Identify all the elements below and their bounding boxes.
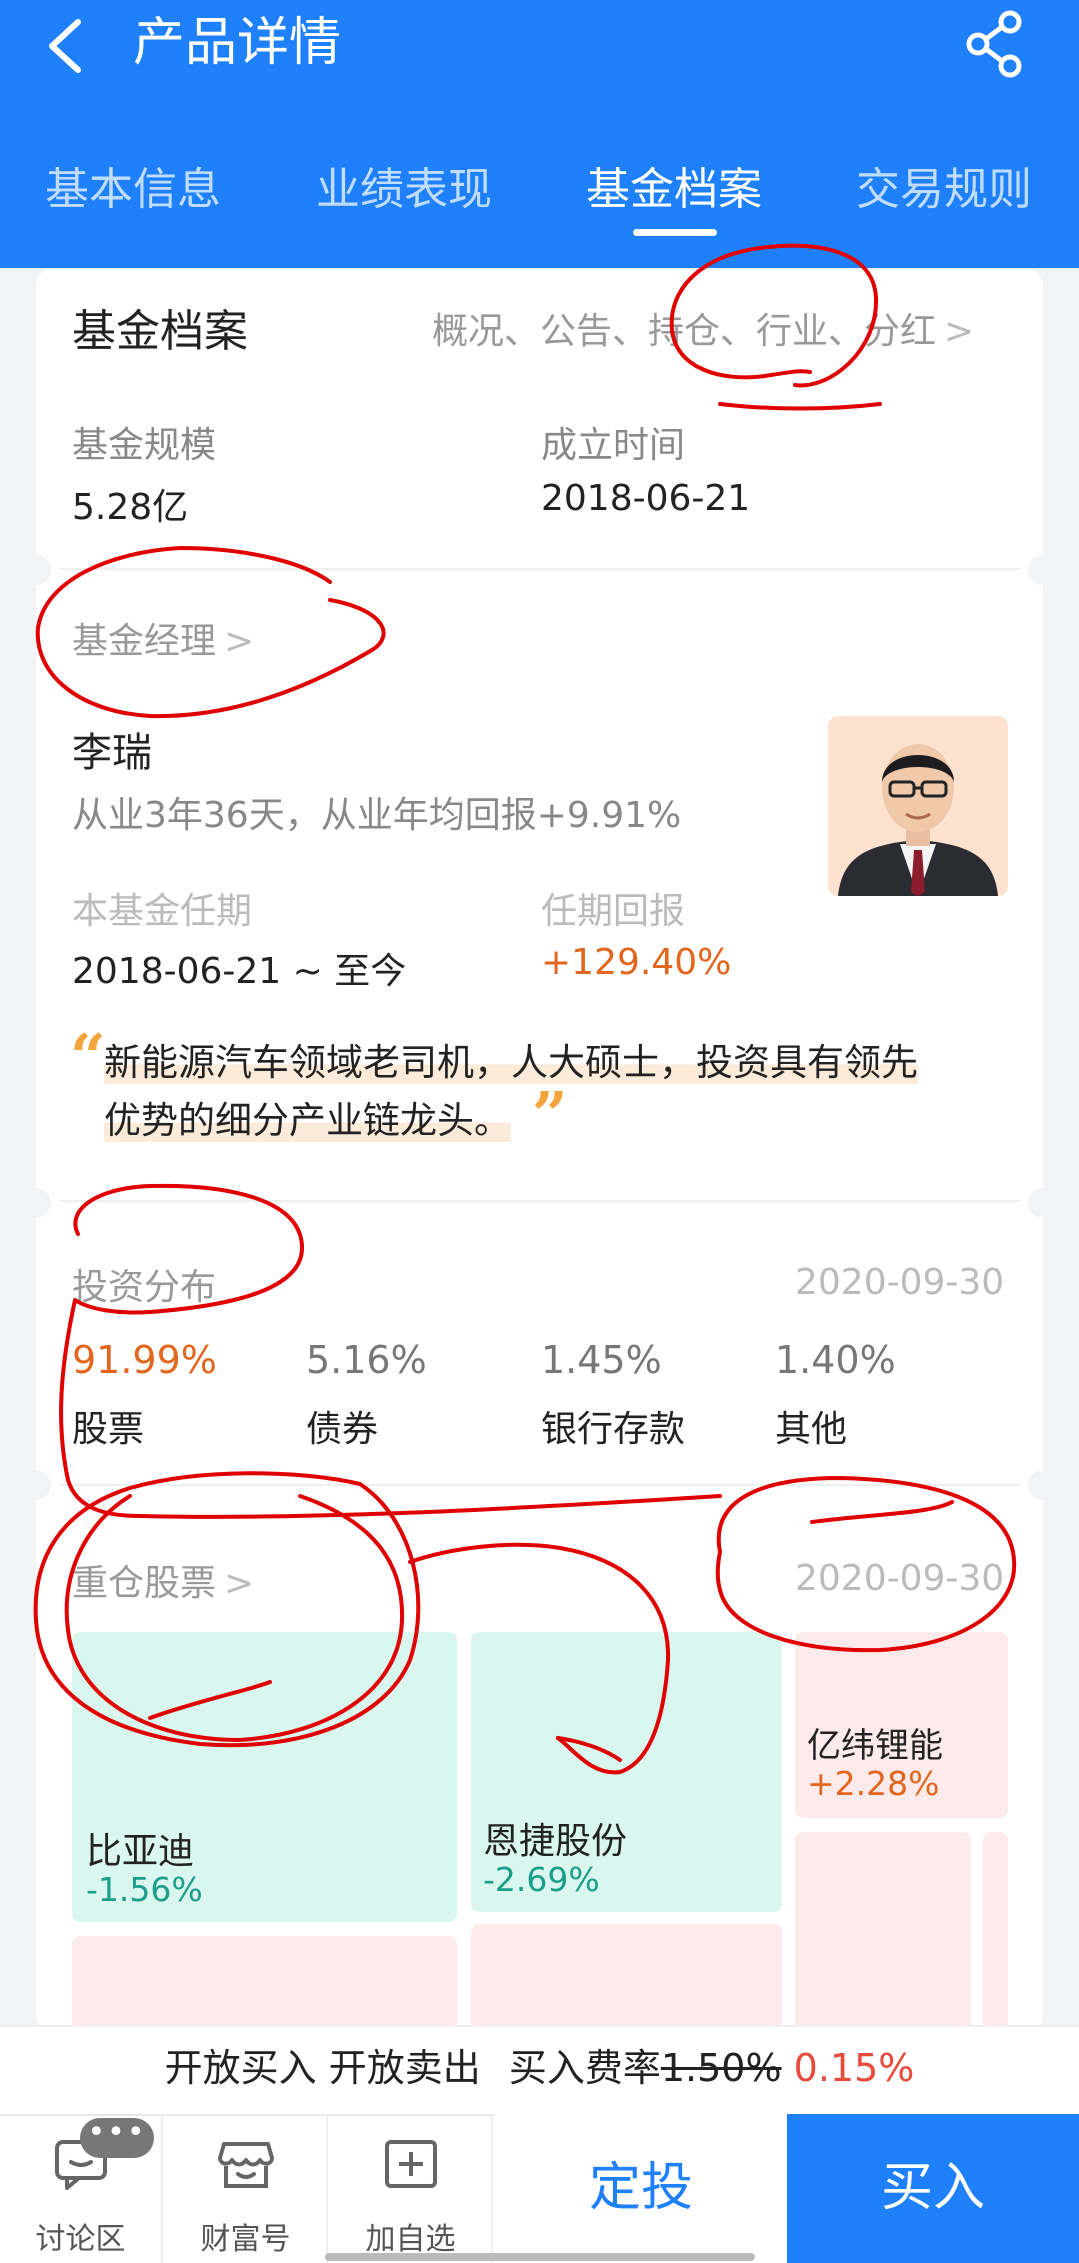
original-fee-rate: 1.50% [660,2046,782,2090]
tenure-label: 本基金任期 [72,891,253,932]
back-button[interactable] [40,14,96,78]
holding-tile[interactable] [72,1936,457,2036]
founded-label: 成立时间 [541,425,686,466]
share-button[interactable] [962,8,1032,78]
holding-tile[interactable] [795,1832,971,2032]
archive-title: 基金档案 [72,306,248,357]
fund-manager-title: 基金经理 [72,621,217,662]
holding-tile-byd[interactable]: 比亚迪 -1.56% [72,1632,457,1922]
tab-performance[interactable]: 业绩表现 [316,158,492,222]
buy-button[interactable]: 买入 [787,2114,1079,2263]
card-notch [21,1470,51,1500]
fee-info: 开放买入 开放卖出 买入费率1.50% 0.15% [0,2038,1079,2098]
fund-scale-value: 5.28亿 [72,487,189,528]
quote-close-icon: ” [532,1078,568,1151]
allocation-value-stock: 91.99% [72,1338,217,1382]
archive-links[interactable]: 概况、公告、持仓、行业、分红 > [432,306,974,358]
holdings-link[interactable]: 重仓股票 > [72,1554,254,1606]
fee-rate-label: 买入费率 [508,2046,661,2090]
discount-fee-rate: 0.15% [793,2046,915,2090]
allocation-label-other: 其他 [775,1409,848,1450]
allocation-label-stock: 股票 [72,1409,145,1450]
section-divider [60,568,1020,570]
quote-open-icon: “ [70,1020,106,1093]
founded-value: 2018-06-21 [541,478,751,519]
nav-add-watchlist-label: 加自选 [365,2222,456,2257]
manager-photo [828,716,1008,896]
trade-status: 开放买入 开放卖出 [164,2046,481,2090]
chevron-right-icon: > [944,311,975,352]
holdings-title: 重仓股票 [72,1563,217,1604]
nav-discussion-label: 讨论区 [35,2222,126,2257]
chevron-right-icon: > [224,1563,255,1604]
manager-summary: 从业3年36天，从业年均回报+9.91% [72,795,682,836]
store-icon [217,2142,274,2188]
holdings-date: 2020-09-30 [795,1558,1005,1599]
holding-tile[interactable] [471,1924,782,2034]
quote-line-2: 优势的细分产业链龙头。 [104,1099,511,1142]
home-indicator [325,2253,755,2261]
tab-trading-rules[interactable]: 交易规则 [856,158,1032,222]
tenure-value: 2018-06-21 ~ 至今 [72,951,407,992]
section-divider [60,1484,1020,1486]
card-notch [1028,1188,1058,1218]
card-notch [1028,1470,1058,1500]
chevron-right-icon: > [224,621,255,662]
allocation-label-deposit: 银行存款 [541,1409,686,1450]
allocation-value-other: 1.40% [775,1338,896,1382]
chevron-left-icon [49,19,81,73]
holding-tile-semcorp[interactable]: 恩捷股份 -2.69% [471,1632,782,1912]
holding-change: -2.69% [483,1860,600,1899]
allocation-label-bond: 债券 [306,1409,379,1450]
allocation-title: 投资分布 [72,1267,217,1308]
tenure-return-value: +129.40% [541,942,732,983]
card-notch [1028,555,1058,585]
nav-wealth-account-label: 财富号 [200,2222,291,2257]
holding-tile[interactable] [983,1832,1008,2032]
card-notch [21,1188,51,1218]
holding-name: 亿纬锂能 [807,1726,943,1766]
allocation-value-bond: 5.16% [306,1338,427,1382]
card-notch [21,555,51,585]
share-icon [966,10,1022,78]
archive-links-text: 概况、公告、持仓、行业、分红 [432,311,937,352]
allocation-date: 2020-09-30 [795,1262,1005,1303]
tenure-return-label: 任期回报 [541,891,686,932]
tab-basic-info[interactable]: 基本信息 [45,158,221,222]
tab-fund-archive[interactable]: 基金档案 [586,158,762,222]
holding-name: 恩捷股份 [483,1821,628,1862]
sip-button[interactable]: 定投 [495,2114,787,2263]
more-dots-badge: ••• [80,2118,154,2158]
allocation-value-deposit: 1.45% [541,1338,662,1382]
manager-name: 李瑞 [72,730,152,776]
section-divider [60,1200,1020,1202]
fund-scale-label: 基金规模 [72,425,217,466]
page-title: 产品详情 [133,13,342,73]
holding-tile-eve-energy[interactable]: 亿纬锂能 +2.28% [795,1632,1008,1818]
fund-manager-link[interactable]: 基金经理 > [72,612,254,664]
manager-avatar[interactable] [828,716,1008,896]
holding-change: +2.28% [807,1764,940,1803]
holding-name: 比亚迪 [86,1831,195,1872]
holding-change: -1.56% [86,1870,203,1909]
add-watchlist-icon [384,2140,437,2188]
nav-add-watchlist[interactable]: 加自选 [330,2114,493,2263]
nav-wealth-account[interactable]: 财富号 [165,2114,328,2263]
quote-line-1: 新能源汽车领域老司机，人大硕士，投资具有领先 [104,1041,918,1084]
active-tab-indicator [633,229,717,236]
